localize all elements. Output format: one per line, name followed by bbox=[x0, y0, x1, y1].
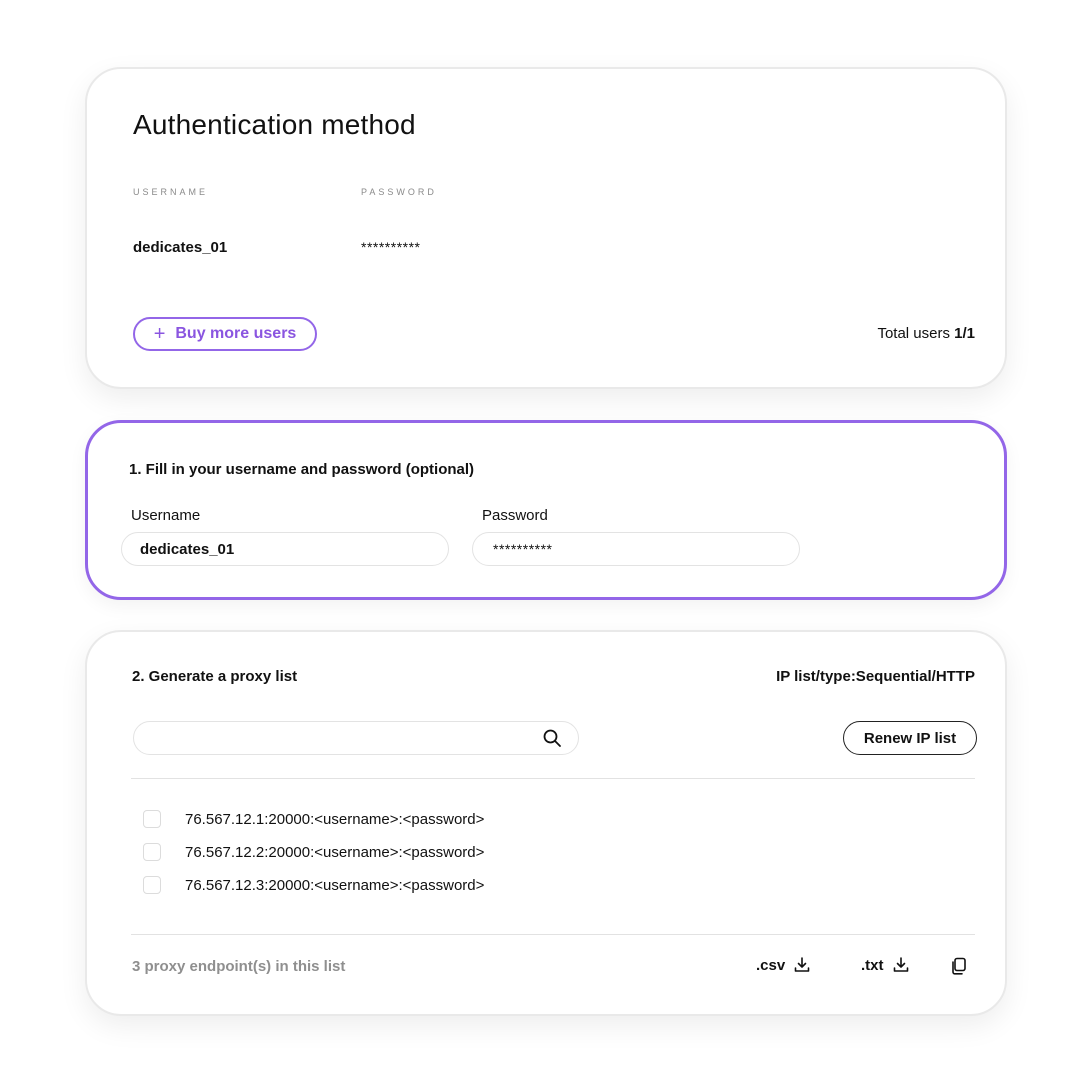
step-2-title: 2. Generate a proxy list bbox=[132, 668, 298, 685]
proxy-list-card: 2. Generate a proxy list IP list/type:Se… bbox=[85, 630, 1007, 1016]
download-txt-button[interactable]: .txt bbox=[861, 956, 910, 974]
proxy-checkbox[interactable] bbox=[143, 876, 161, 894]
authentication-card: Authentication method USERNAME PASSWORD … bbox=[85, 67, 1007, 389]
proxy-row: 76.567.12.2:20000:<username>:<password> bbox=[143, 841, 484, 863]
renew-ip-list-button[interactable]: Renew IP list bbox=[843, 721, 977, 755]
search-input[interactable] bbox=[133, 721, 579, 755]
proxy-checkbox[interactable] bbox=[143, 810, 161, 828]
password-value: ********** bbox=[361, 239, 421, 255]
proxy-row: 76.567.12.1:20000:<username>:<password> bbox=[143, 808, 484, 830]
buy-more-users-label: Buy more users bbox=[175, 325, 297, 342]
proxy-endpoint: 76.567.12.3:20000:<username>:<password> bbox=[185, 876, 485, 894]
username-value: dedicates_01 bbox=[133, 239, 228, 256]
proxy-endpoint: 76.567.12.1:20000:<username>:<password> bbox=[185, 810, 485, 828]
txt-label: .txt bbox=[861, 956, 884, 974]
proxy-endpoint: 76.567.12.2:20000:<username>:<password> bbox=[185, 843, 485, 861]
proxy-checkbox[interactable] bbox=[143, 843, 161, 861]
auth-title: Authentication method bbox=[133, 109, 416, 140]
total-users: Total users 1/1 bbox=[877, 325, 975, 342]
password-field[interactable]: ********** bbox=[472, 532, 800, 566]
ip-list-type: IP list/type:Sequential/HTTP bbox=[776, 668, 975, 685]
copy-icon[interactable] bbox=[949, 956, 969, 976]
password-column-label: PASSWORD bbox=[361, 187, 437, 197]
username-field-value: dedicates_01 bbox=[140, 540, 235, 558]
proxy-count: 3 proxy endpoint(s) in this list bbox=[132, 958, 346, 975]
download-icon bbox=[794, 957, 810, 972]
step-1-title: 1. Fill in your username and password (o… bbox=[129, 461, 475, 478]
download-csv-button[interactable]: .csv bbox=[756, 956, 811, 974]
divider bbox=[131, 934, 975, 935]
total-users-value: 1/1 bbox=[954, 325, 975, 342]
proxy-row: 76.567.12.3:20000:<username>:<password> bbox=[143, 874, 484, 896]
buy-more-users-button[interactable]: + Buy more users bbox=[133, 317, 317, 351]
search-icon[interactable] bbox=[542, 728, 562, 748]
password-field-value: ********** bbox=[493, 541, 553, 557]
divider bbox=[131, 778, 975, 779]
total-users-label: Total users bbox=[877, 325, 955, 342]
download-icon bbox=[893, 957, 908, 972]
password-field-label: Password bbox=[482, 507, 548, 524]
plus-icon: + bbox=[153, 323, 166, 345]
username-field-label: Username bbox=[131, 507, 201, 524]
csv-label: .csv bbox=[756, 956, 786, 974]
credentials-card: 1. Fill in your username and password (o… bbox=[85, 420, 1007, 600]
username-column-label: USERNAME bbox=[133, 187, 209, 197]
username-field[interactable]: dedicates_01 bbox=[121, 532, 449, 566]
